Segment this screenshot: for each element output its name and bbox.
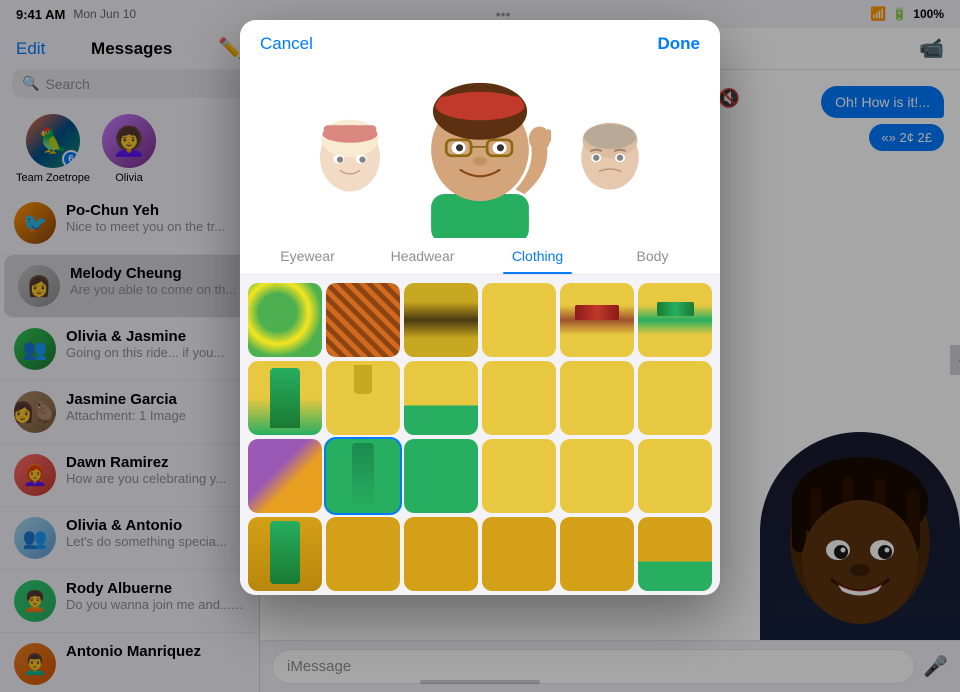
clothing-item-7[interactable] [326, 361, 400, 435]
clothing-item-15[interactable] [482, 439, 556, 513]
clothing-item-10[interactable] [560, 361, 634, 435]
clothing-item-14[interactable] [404, 439, 478, 513]
tab-clothing[interactable]: Clothing [480, 238, 595, 274]
clothing-item-20[interactable] [404, 517, 478, 591]
clothing-item-17[interactable] [638, 439, 712, 513]
modal-done-button[interactable]: Done [658, 34, 701, 54]
clothing-item-9[interactable] [482, 361, 556, 435]
clothing-item-19[interactable] [326, 517, 400, 591]
clothing-item-23[interactable] [638, 517, 712, 591]
tab-eyewear[interactable]: Eyewear [250, 238, 365, 274]
modal-panel: Cancel Done [240, 20, 720, 595]
tab-headwear[interactable]: Headwear [365, 238, 480, 274]
clothing-item-4[interactable] [560, 283, 634, 357]
home-bar [420, 680, 540, 684]
memoji-preview [240, 68, 720, 238]
tab-body[interactable]: Body [595, 238, 710, 274]
modal-header: Cancel Done [240, 20, 720, 68]
clothing-item-21[interactable] [482, 517, 556, 591]
clothing-item-12[interactable] [248, 439, 322, 513]
modal-overlay: Cancel Done [0, 0, 960, 692]
clothing-item-11[interactable] [638, 361, 712, 435]
clothing-item-22[interactable] [560, 517, 634, 591]
preview-right-memoji [573, 105, 648, 203]
clothing-grid [240, 275, 720, 595]
preview-left-memoji [313, 105, 388, 203]
preview-center-memoji [400, 74, 560, 234]
clothing-item-2[interactable] [404, 283, 478, 357]
clothing-item-3[interactable] [482, 283, 556, 357]
clothing-item-18[interactable] [248, 517, 322, 591]
clothing-item-6[interactable] [248, 361, 322, 435]
category-tabs: Eyewear Headwear Clothing Body [240, 238, 720, 275]
ipad-screen: 9:41 AM Mon Jun 10 ••• 📶 🔋 100% Edit Mes… [0, 0, 960, 692]
clothing-item-1[interactable] [326, 283, 400, 357]
home-indicator [0, 672, 960, 692]
clothing-item-0[interactable] [248, 283, 322, 357]
modal-cancel-button[interactable]: Cancel [260, 34, 313, 54]
clothing-item-13[interactable] [326, 439, 400, 513]
clothing-item-16[interactable] [560, 439, 634, 513]
clothing-item-8[interactable] [404, 361, 478, 435]
clothing-item-5[interactable] [638, 283, 712, 357]
